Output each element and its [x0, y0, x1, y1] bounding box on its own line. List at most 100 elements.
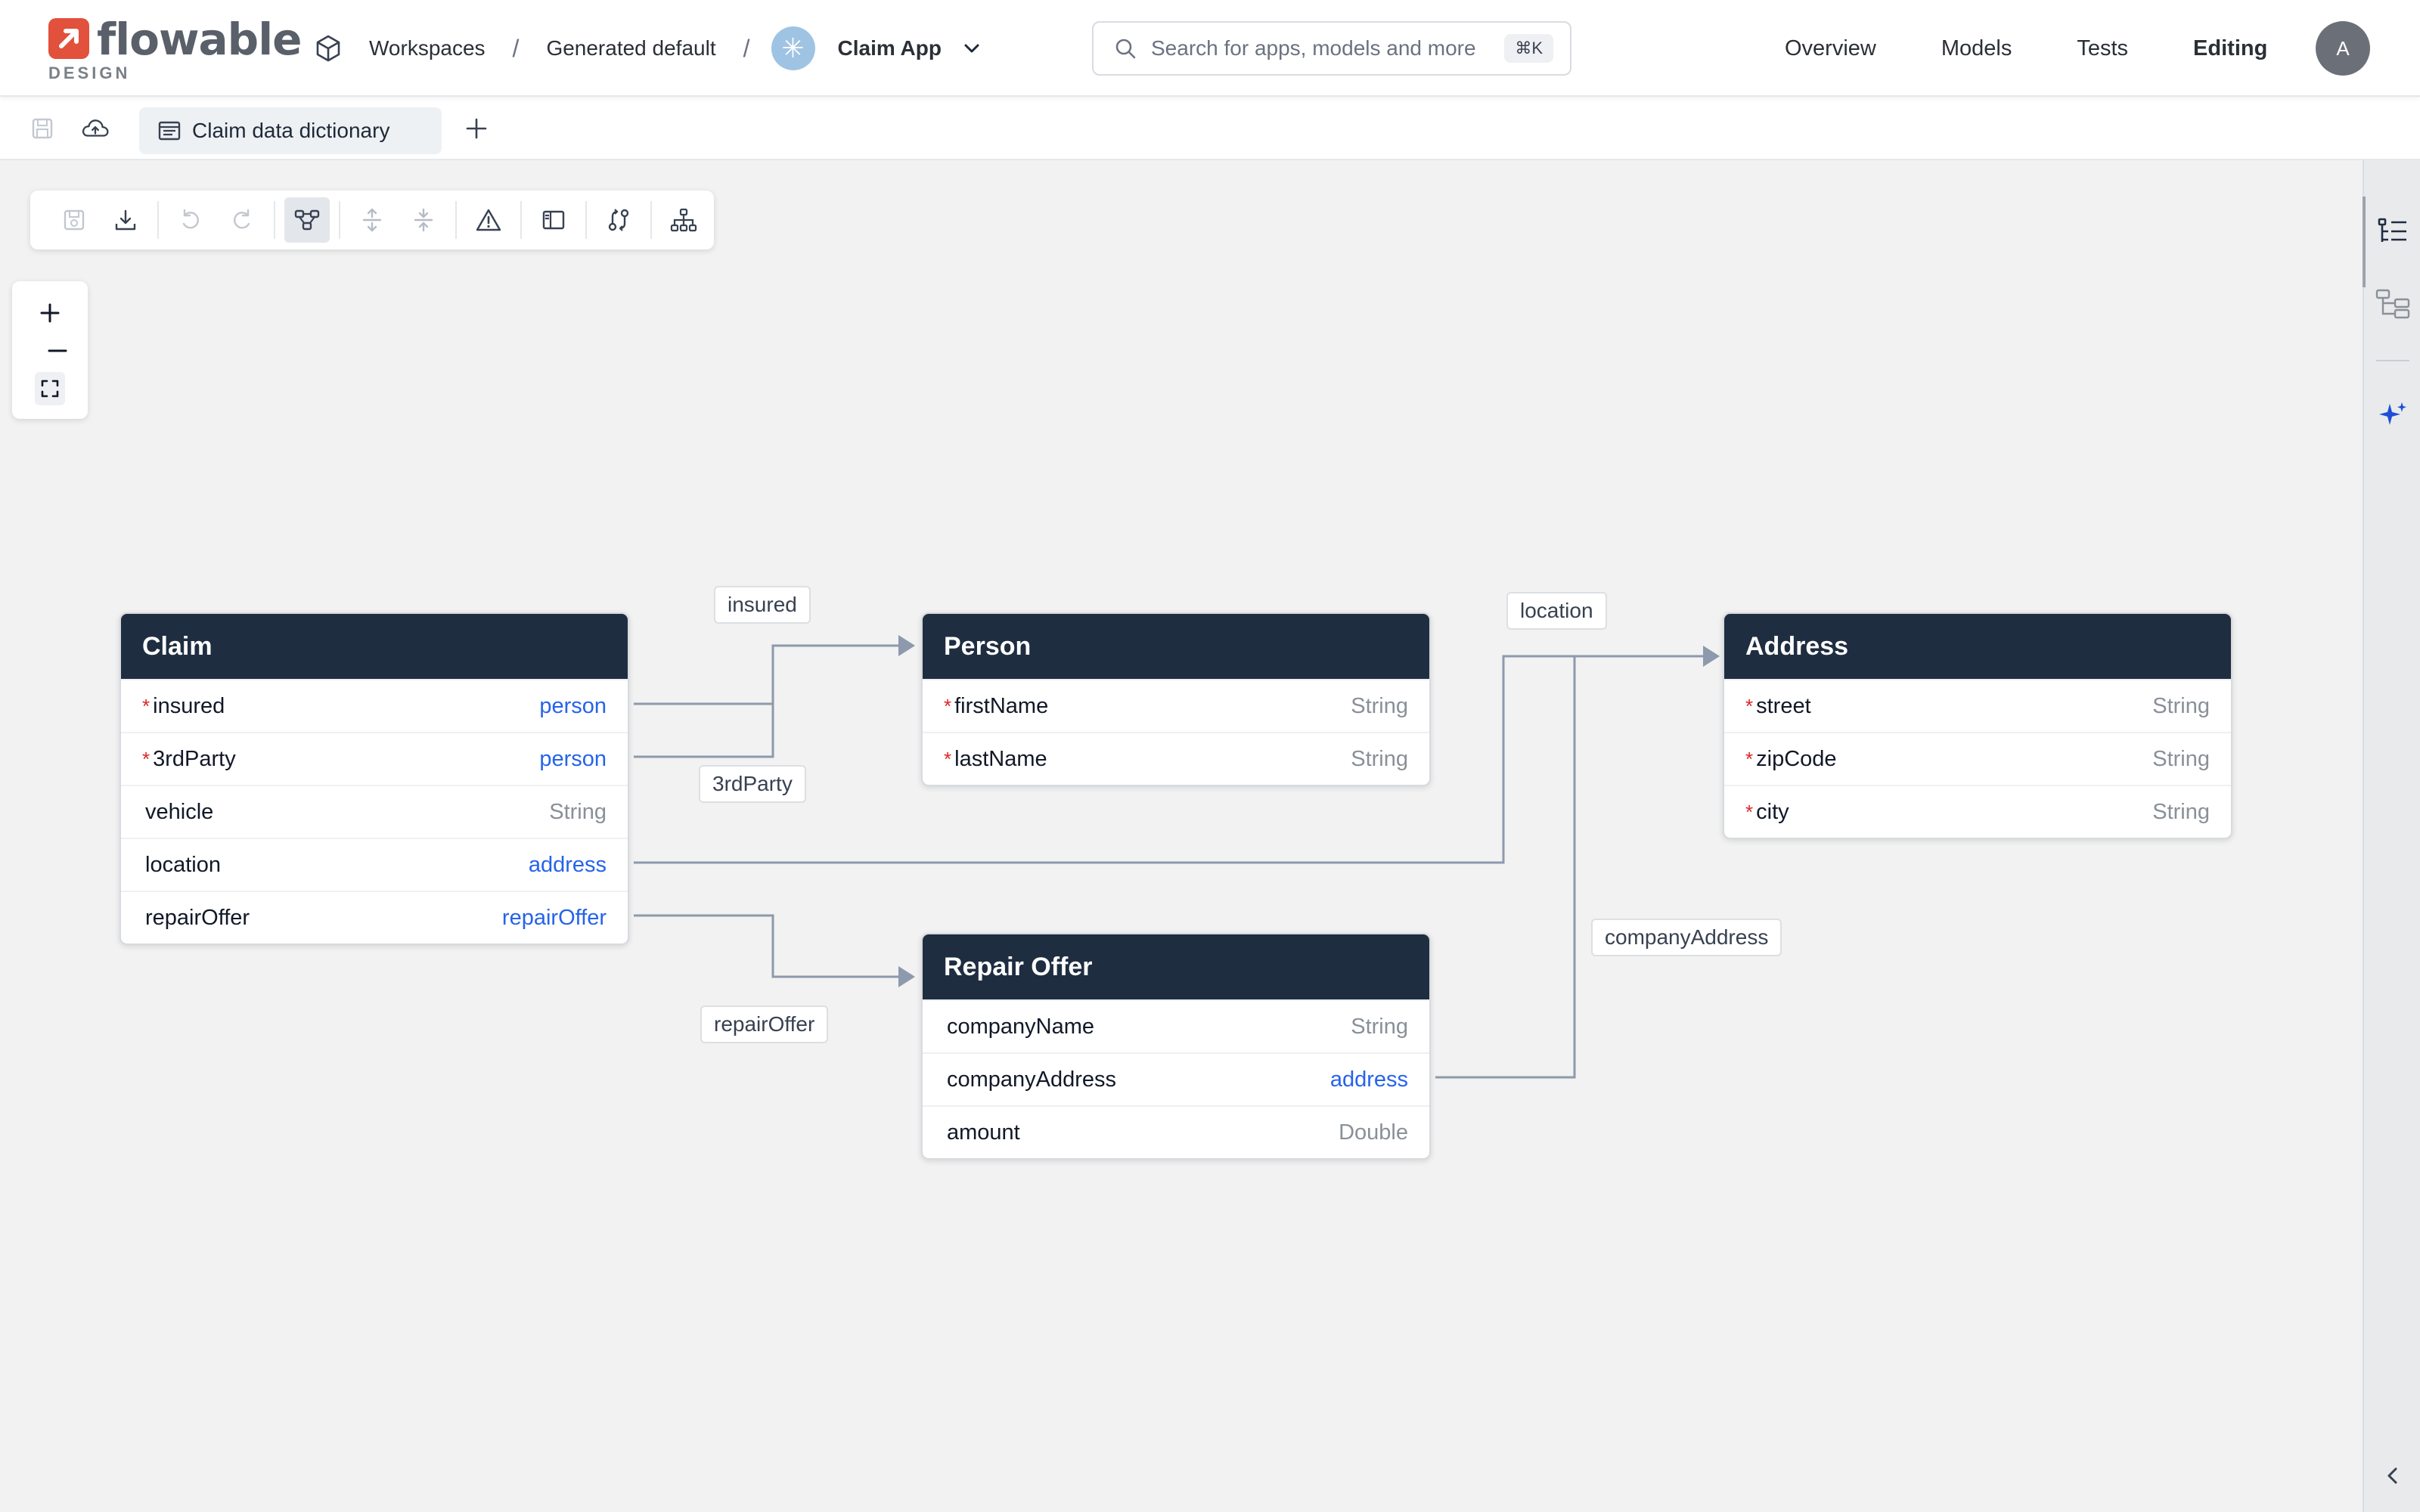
- breadcrumb-separator: /: [743, 34, 750, 62]
- required-marker: *: [944, 747, 952, 770]
- field-row[interactable]: * insured person: [121, 679, 628, 732]
- top-nav: Overview Models Tests Editing: [1785, 26, 2332, 71]
- field-name: lastName: [954, 746, 1047, 771]
- expand-vertical-icon[interactable]: [349, 197, 395, 243]
- field-row[interactable]: companyName String: [923, 999, 1429, 1052]
- field-name: vehicle: [145, 799, 214, 824]
- field-row[interactable]: * city String: [1724, 785, 2231, 838]
- toolbar-divider: [650, 201, 652, 239]
- field-name: zipCode: [1756, 746, 1837, 771]
- required-marker: *: [1745, 800, 1754, 823]
- field-name: companyName: [947, 1014, 1095, 1039]
- edge-label-location[interactable]: location: [1506, 592, 1607, 630]
- field-name: 3rdParty: [153, 746, 236, 771]
- entity-repair-offer[interactable]: Repair Offer companyName String companyA…: [921, 933, 1431, 1160]
- field-row[interactable]: vehicle String: [121, 785, 628, 838]
- brand-sub: DESIGN: [48, 64, 131, 82]
- field-type-link[interactable]: address: [1330, 1067, 1408, 1092]
- breadcrumb-app[interactable]: Claim App: [832, 36, 948, 60]
- zoom-controls: [12, 281, 88, 419]
- flowable-logo-mark: [48, 18, 89, 59]
- flowable-logo[interactable]: flowable DESIGN: [48, 14, 302, 85]
- edge-label-insured[interactable]: insured: [714, 586, 811, 624]
- edge-label-3rdparty[interactable]: 3rdParty: [699, 765, 806, 803]
- search-input[interactable]: Search for apps, models and more ⌘K: [1092, 21, 1571, 76]
- redo-icon[interactable]: [219, 197, 265, 243]
- rail-divider: [2376, 360, 2409, 361]
- field-name: location: [145, 852, 221, 877]
- field-row[interactable]: location address: [121, 838, 628, 891]
- app-badge-icon: ✳: [771, 26, 815, 70]
- fit-to-screen-button[interactable]: [35, 372, 65, 405]
- nav-models[interactable]: Models: [1941, 36, 2012, 61]
- field-type: String: [2152, 693, 2210, 718]
- arrow-head: [1703, 646, 1720, 667]
- workspace-cube-icon: [310, 30, 346, 67]
- nav-overview[interactable]: Overview: [1785, 36, 1876, 61]
- collapse-vertical-icon[interactable]: [401, 197, 446, 243]
- field-type: String: [2152, 746, 2210, 771]
- field-row[interactable]: * firstName String: [923, 679, 1429, 732]
- toolbar-divider: [585, 201, 587, 239]
- search-icon: [1113, 36, 1137, 60]
- entity-title: Person: [923, 614, 1429, 679]
- search-placeholder: Search for apps, models and more: [1151, 36, 1476, 60]
- entity-person[interactable]: Person * firstName String * lastName Str…: [921, 612, 1431, 786]
- entity-claim[interactable]: Claim * insured person * 3rdParty person…: [119, 612, 629, 945]
- download-icon[interactable]: [103, 197, 148, 243]
- field-row[interactable]: repairOffer repairOffer: [121, 891, 628, 943]
- search-shortcut: ⌘K: [1504, 34, 1553, 63]
- field-row[interactable]: amount Double: [923, 1105, 1429, 1158]
- field-row[interactable]: * lastName String: [923, 732, 1429, 785]
- field-type: String: [1351, 693, 1408, 718]
- field-type-link[interactable]: person: [539, 694, 607, 719]
- ai-sparkle-icon[interactable]: [2373, 396, 2412, 435]
- breadcrumb-workspaces[interactable]: Workspaces: [363, 36, 492, 60]
- zoom-out-button[interactable]: [35, 334, 80, 367]
- outline-tree-icon[interactable]: [2373, 212, 2412, 251]
- save-icon[interactable]: [51, 197, 97, 243]
- toolbar-divider: [520, 201, 522, 239]
- hierarchy-icon[interactable]: [2373, 284, 2412, 324]
- field-row[interactable]: * street String: [1724, 679, 2231, 732]
- panel-toggle-icon[interactable]: [531, 197, 576, 243]
- edge-label-repairoffer[interactable]: repairOffer: [700, 1005, 829, 1043]
- rail-active-indicator: [2363, 197, 2366, 287]
- required-marker: *: [142, 694, 150, 717]
- nav-editing[interactable]: Editing: [2193, 36, 2267, 61]
- chevron-left-icon[interactable]: [2373, 1456, 2412, 1495]
- field-type-link[interactable]: repairOffer: [502, 906, 607, 931]
- field-type-link[interactable]: person: [539, 747, 607, 772]
- chevron-down-icon[interactable]: [961, 38, 982, 59]
- field-type: String: [2152, 799, 2210, 824]
- field-name: repairOffer: [145, 905, 250, 930]
- entity-title: Address: [1724, 614, 2231, 679]
- field-name: city: [1756, 799, 1789, 824]
- edge-insured: [634, 644, 898, 705]
- auto-layout-icon[interactable]: [661, 197, 706, 243]
- required-marker: *: [142, 747, 150, 770]
- field-row[interactable]: * zipCode String: [1724, 732, 2231, 785]
- entity-address[interactable]: Address * street String * zipCode String…: [1723, 612, 2232, 839]
- breadcrumb-workspace[interactable]: Generated default: [540, 36, 721, 60]
- edge-3rdparty: [634, 704, 774, 758]
- arrow-head: [898, 966, 915, 987]
- undo-icon[interactable]: [168, 197, 213, 243]
- warning-icon[interactable]: [466, 197, 511, 243]
- edge-repairoffer: [634, 914, 898, 978]
- route-edges-icon[interactable]: [596, 197, 641, 243]
- avatar[interactable]: A: [2316, 21, 2370, 76]
- field-row[interactable]: companyAddress address: [923, 1052, 1429, 1105]
- field-type: Double: [1339, 1120, 1408, 1145]
- toolbar-divider: [157, 201, 159, 239]
- field-type: String: [1351, 1014, 1408, 1039]
- nav-tests[interactable]: Tests: [2077, 36, 2128, 61]
- entity-title: Claim: [121, 614, 628, 679]
- field-row[interactable]: * 3rdParty person: [121, 732, 628, 785]
- zoom-in-button[interactable]: [27, 296, 73, 330]
- relationship-view-icon[interactable]: [284, 197, 330, 243]
- breadcrumb-separator: /: [512, 34, 520, 62]
- edge-label-companyaddress[interactable]: companyAddress: [1591, 919, 1782, 956]
- field-type-link[interactable]: address: [529, 853, 607, 878]
- breadcrumb: Workspaces / Generated default / ✳ Claim…: [310, 26, 982, 71]
